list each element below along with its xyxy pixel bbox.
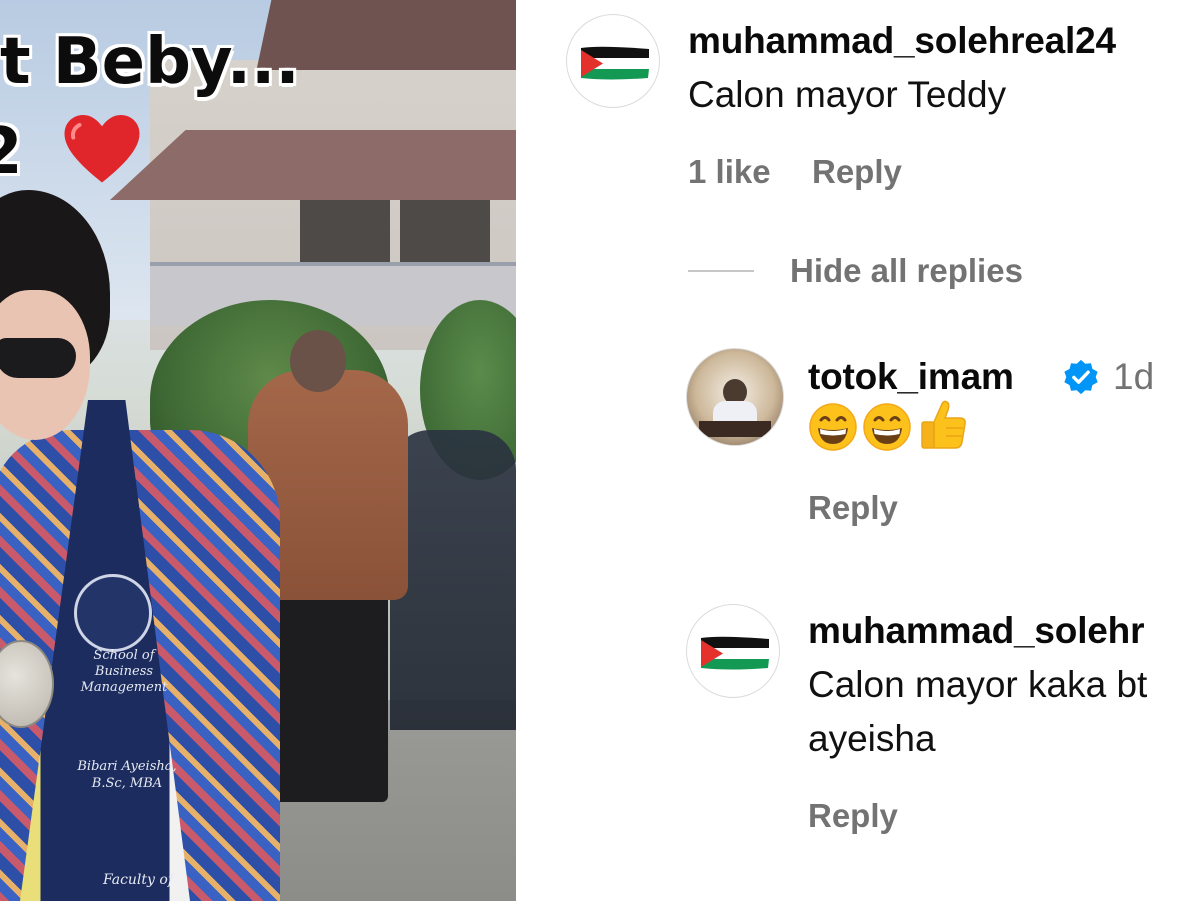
comment-username[interactable]: muhammad_solehreal24 bbox=[688, 20, 1116, 62]
grinning-face-icon bbox=[809, 403, 857, 451]
reply-username[interactable]: totok_imam bbox=[808, 356, 1014, 398]
reply-text: Calon mayor kaka bt bbox=[808, 664, 1148, 705]
photo-window bbox=[400, 190, 490, 265]
photo-person bbox=[268, 592, 388, 802]
heart-icon bbox=[64, 115, 140, 183]
photo-caption: t Beby... bbox=[0, 25, 300, 99]
thumbs-up-icon bbox=[921, 400, 966, 449]
photo-crowd bbox=[390, 430, 516, 730]
replies-divider bbox=[688, 270, 754, 272]
avatar[interactable] bbox=[686, 604, 780, 698]
verified-badge-icon bbox=[1064, 359, 1098, 395]
reply-timestamp: 1d bbox=[1113, 356, 1155, 397]
palestine-flag-icon bbox=[581, 46, 649, 80]
reply-button[interactable]: Reply bbox=[808, 796, 898, 836]
grinning-face-icon bbox=[863, 403, 911, 451]
avatar[interactable] bbox=[686, 348, 784, 446]
photo-caption: 2 bbox=[0, 115, 23, 189]
like-count[interactable]: 1 like bbox=[688, 152, 771, 192]
avatar[interactable] bbox=[566, 14, 660, 108]
reply-text: ayeisha bbox=[808, 718, 936, 759]
stole-text: Bibari Ayeisha, B.Sc, MBA bbox=[77, 759, 177, 791]
hide-replies-button[interactable]: Hide all replies bbox=[790, 251, 1023, 291]
university-crest-icon bbox=[74, 574, 152, 652]
reply-button[interactable]: Reply bbox=[812, 152, 902, 192]
photo-person bbox=[290, 330, 346, 392]
comment-text: Calon mayor Teddy bbox=[688, 74, 1007, 115]
palestine-flag-icon bbox=[701, 636, 769, 670]
post-photo: School of Business Management Bibari Aye… bbox=[0, 0, 516, 901]
stole-text: School of Business Management bbox=[80, 648, 168, 695]
photo-window bbox=[300, 190, 390, 265]
reply-username[interactable]: muhammad_solehr bbox=[808, 610, 1144, 652]
reply-button[interactable]: Reply bbox=[808, 488, 898, 528]
avatar-desk bbox=[699, 421, 771, 437]
sunglasses-icon bbox=[0, 338, 76, 378]
comments-panel: muhammad_solehreal24 Calon mayor Teddy 1… bbox=[516, 0, 1200, 901]
stole-text: Faculty of bbox=[102, 872, 174, 888]
